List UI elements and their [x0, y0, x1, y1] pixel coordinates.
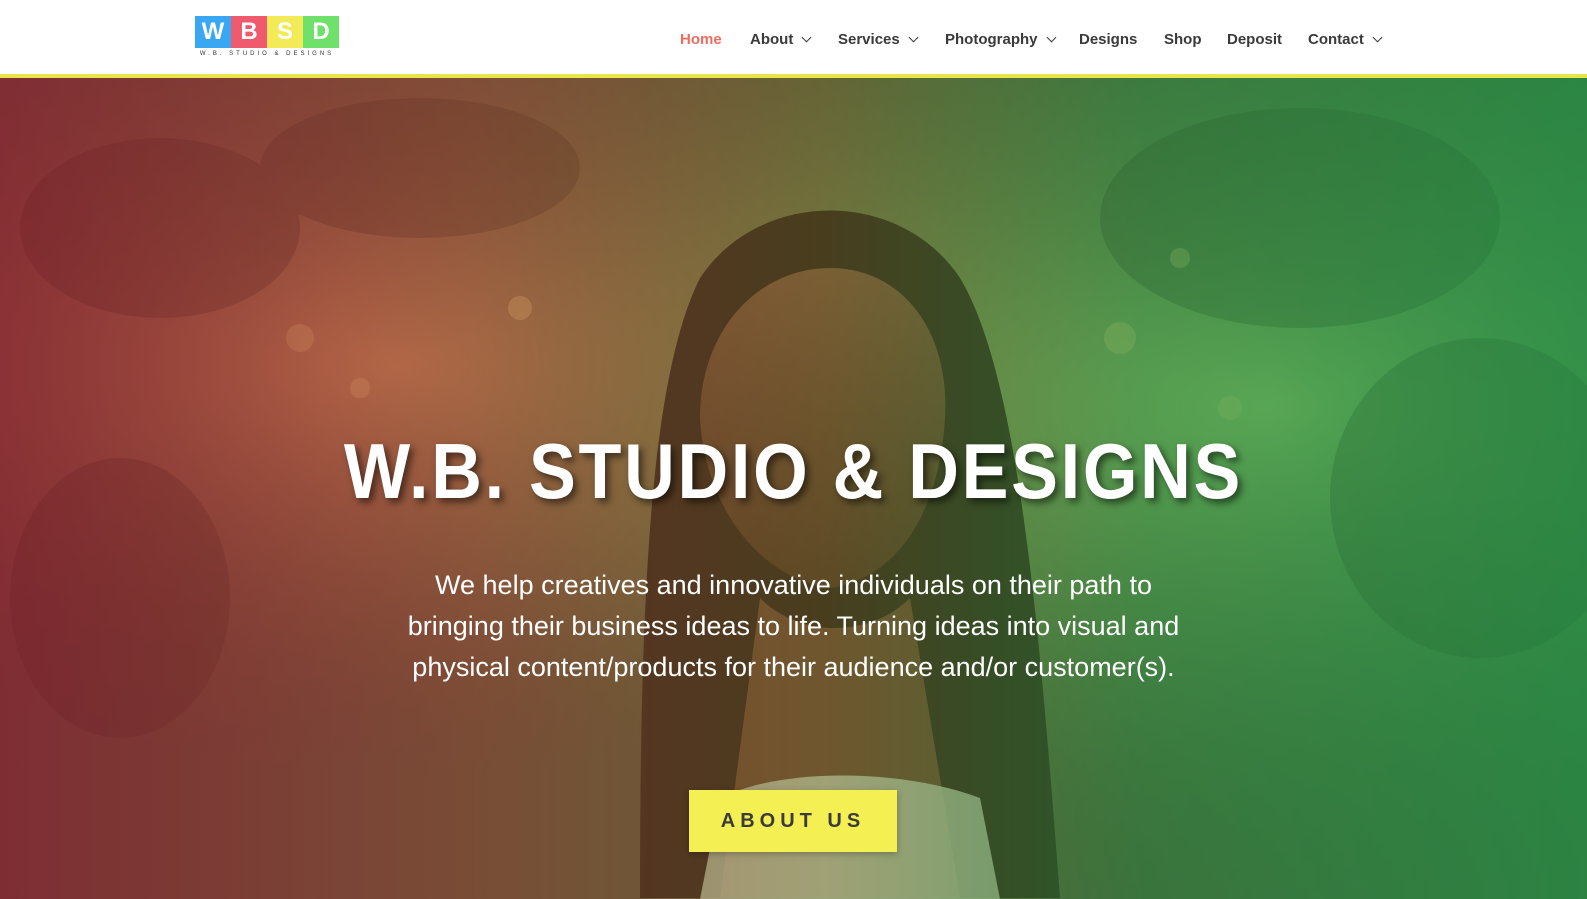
nav-services-label: Services [838, 30, 900, 48]
nav-deposit[interactable]: Deposit [1227, 28, 1282, 50]
chevron-down-icon [908, 32, 919, 42]
chevron-down-icon [801, 32, 812, 42]
nav-designs-label: Designs [1079, 30, 1138, 48]
nav-services[interactable]: Services [838, 28, 919, 50]
nav-home-label: Home [680, 30, 722, 48]
nav-photography-label: Photography [945, 30, 1038, 48]
nav-designs[interactable]: Designs [1079, 28, 1137, 50]
nav-contact-label: Contact [1308, 30, 1364, 48]
nav-shop-label: Shop [1164, 30, 1202, 48]
chevron-down-icon [1046, 32, 1056, 42]
nav-contact[interactable]: Contact [1308, 28, 1383, 50]
nav-about[interactable]: About [750, 28, 812, 50]
nav-deposit-label: Deposit [1227, 30, 1283, 48]
nav-home[interactable]: Home [680, 28, 722, 50]
hero-section: W.B. STUDIO & DESIGNS We help creatives … [0, 78, 1587, 899]
about-us-button[interactable]: ABOUT US [689, 790, 897, 852]
site-header: W B S D W.B. STUDIO & DESIGNS Home About… [0, 0, 1587, 75]
nav-about-label: About [750, 30, 794, 48]
hero-title: W.B. STUDIO & DESIGNS [343, 427, 1244, 515]
nav-shop[interactable]: Shop [1164, 28, 1202, 50]
chevron-down-icon [1372, 32, 1383, 42]
main-nav: Home About Services Photography Designs … [0, 0, 1587, 75]
nav-photography[interactable]: Photography [945, 28, 1056, 50]
hero-description: We help creatives and innovative individ… [407, 570, 1180, 682]
